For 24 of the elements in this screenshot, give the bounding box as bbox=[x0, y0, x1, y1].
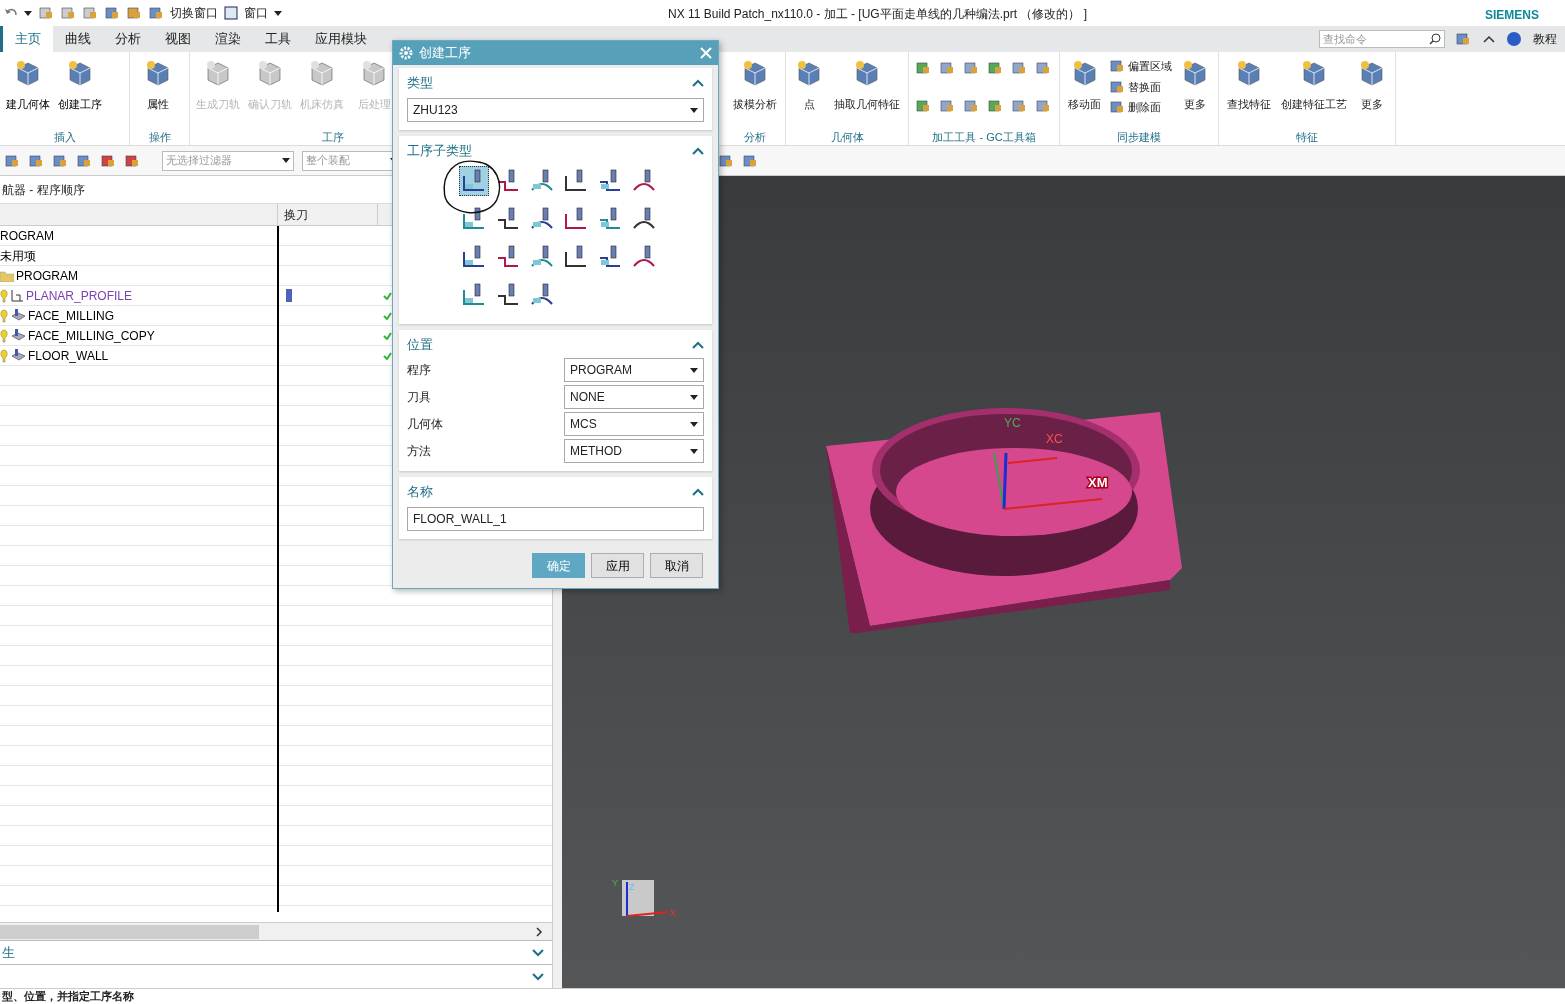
section-title: 位置 bbox=[407, 336, 433, 355]
window-title: NX 11 Build Patch_nx110.0 - 加工 - [UG平面走单线的几种编法.prt （修改的） ] bbox=[668, 6, 1087, 23]
field-label: 几何体 bbox=[407, 416, 443, 433]
section-title: 类型 bbox=[407, 74, 433, 93]
group-label: 几何体 bbox=[829, 130, 865, 145]
brand-logo: SIEMENS bbox=[1485, 7, 1539, 24]
dialog-title: 创建工序 bbox=[419, 44, 472, 63]
section-title: 工序子类型 bbox=[407, 142, 472, 161]
status-message: 型、位置，并指定工序名称 bbox=[2, 989, 134, 1004]
group-label: 插入 bbox=[52, 130, 77, 145]
group-label: 分析 bbox=[743, 130, 767, 145]
group-label: 操作 bbox=[147, 130, 172, 145]
group-label: 同步建模 bbox=[1116, 130, 1162, 145]
group-label: 工序 bbox=[320, 130, 345, 145]
group-label: 特征 bbox=[1295, 130, 1319, 145]
field-label: 程序 bbox=[407, 362, 431, 379]
view-triad-drawing: Y Z X bbox=[612, 876, 682, 926]
section-title: 名称 bbox=[407, 483, 433, 502]
panel-title: 生 bbox=[2, 943, 15, 962]
navigator-title: 航器 - 程序顺序 bbox=[2, 181, 85, 199]
coordinate-axes-drawing: YC XC XM bbox=[982, 413, 1122, 513]
group-label: 加工工具 - GC工具箱 bbox=[931, 130, 1037, 145]
field-label: 刀具 bbox=[407, 389, 431, 406]
field-label: 方法 bbox=[407, 443, 431, 460]
